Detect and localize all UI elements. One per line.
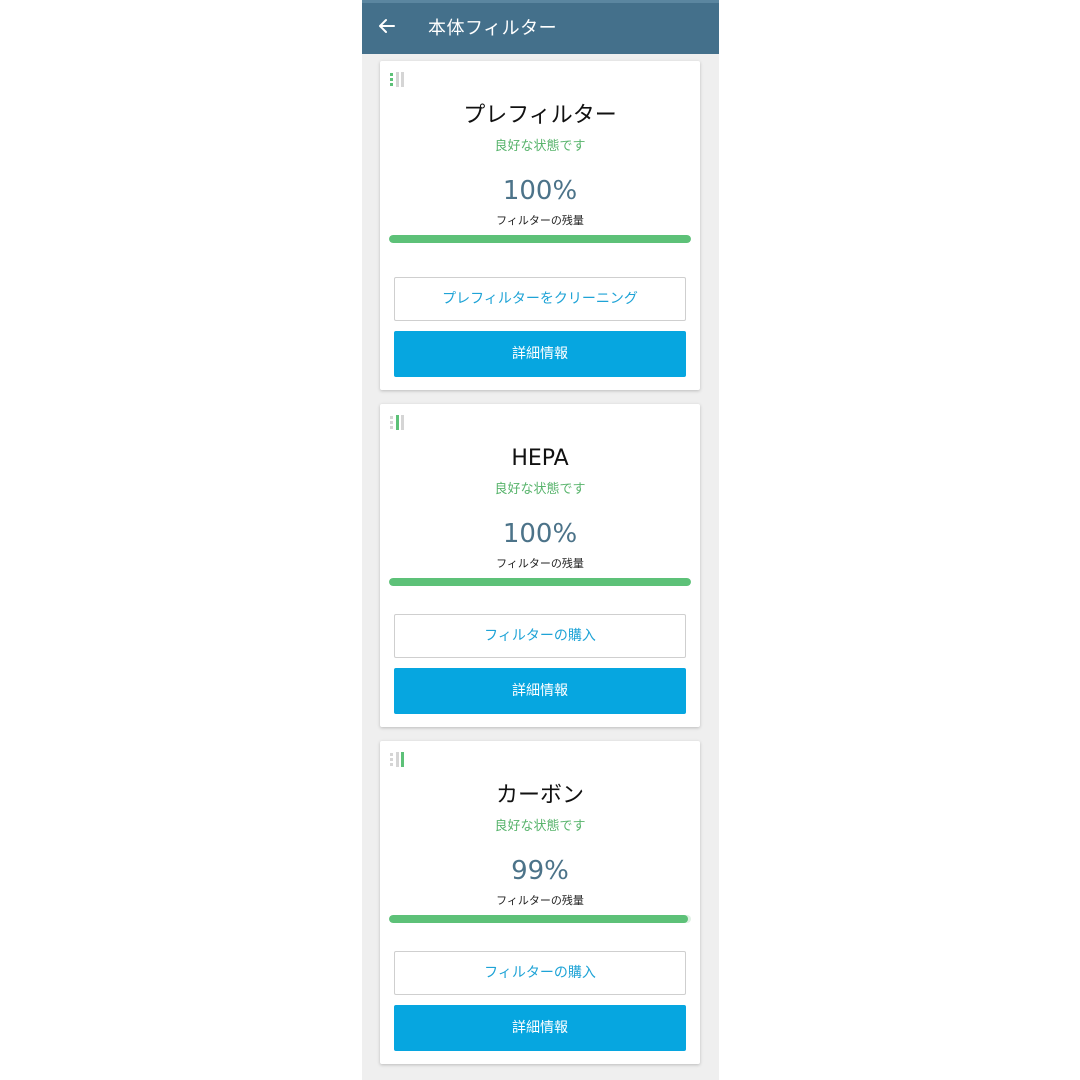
filter-level-icon — [390, 752, 404, 767]
filter-progress-fill — [389, 235, 691, 243]
filter-status: 良好な状態です — [494, 139, 586, 154]
filter-card-hepa: HEPA 良好な状態です 100% フィルターの残量 フィルターの購入 詳細情報 — [380, 404, 700, 727]
filter-remaining-label: フィルターの残量 — [496, 214, 584, 227]
filter-remaining-label: フィルターの残量 — [496, 557, 584, 570]
filter-name: カーボン — [495, 783, 584, 808]
filter-status: 良好な状態です — [494, 482, 586, 497]
clean-prefilter-button[interactable]: プレフィルターをクリーニング — [394, 277, 686, 321]
filter-progress-bar — [389, 915, 691, 923]
filter-status: 良好な状態です — [494, 819, 586, 834]
filter-remaining-label: フィルターの残量 — [496, 894, 584, 907]
back-button[interactable] — [376, 17, 398, 39]
filter-name: プレフィルター — [463, 103, 617, 128]
details-button[interactable]: 詳細情報 — [394, 668, 686, 714]
details-button[interactable]: 詳細情報 — [394, 331, 686, 377]
filter-progress-bar — [389, 578, 691, 586]
filter-name: HEPA — [511, 446, 569, 471]
page-title: 本体フィルター — [428, 18, 558, 39]
filter-card-carbon: カーボン 良好な状態です 99% フィルターの残量 フィルターの購入 詳細情報 — [380, 741, 700, 1064]
app-screen: 本体フィルター プレフィルター 良好な状態です 100% フィルターの残量 プレ… — [362, 0, 719, 1080]
buy-filter-button[interactable]: フィルターの購入 — [394, 614, 686, 658]
filter-card-prefilter: プレフィルター 良好な状態です 100% フィルターの残量 プレフィルターをクリ… — [380, 61, 700, 390]
details-button[interactable]: 詳細情報 — [394, 1005, 686, 1051]
filter-percent: 100% — [502, 519, 578, 549]
filter-progress-fill — [389, 578, 691, 586]
filter-percent: 99% — [511, 856, 569, 886]
app-bar: 本体フィルター — [362, 0, 719, 54]
buy-filter-button[interactable]: フィルターの購入 — [394, 951, 686, 995]
filter-level-icon — [390, 72, 404, 87]
filter-percent: 100% — [502, 176, 578, 206]
filter-progress-fill — [389, 915, 688, 923]
filter-progress-bar — [389, 235, 691, 243]
arrow-left-icon — [379, 19, 395, 33]
filter-level-icon — [390, 415, 404, 430]
